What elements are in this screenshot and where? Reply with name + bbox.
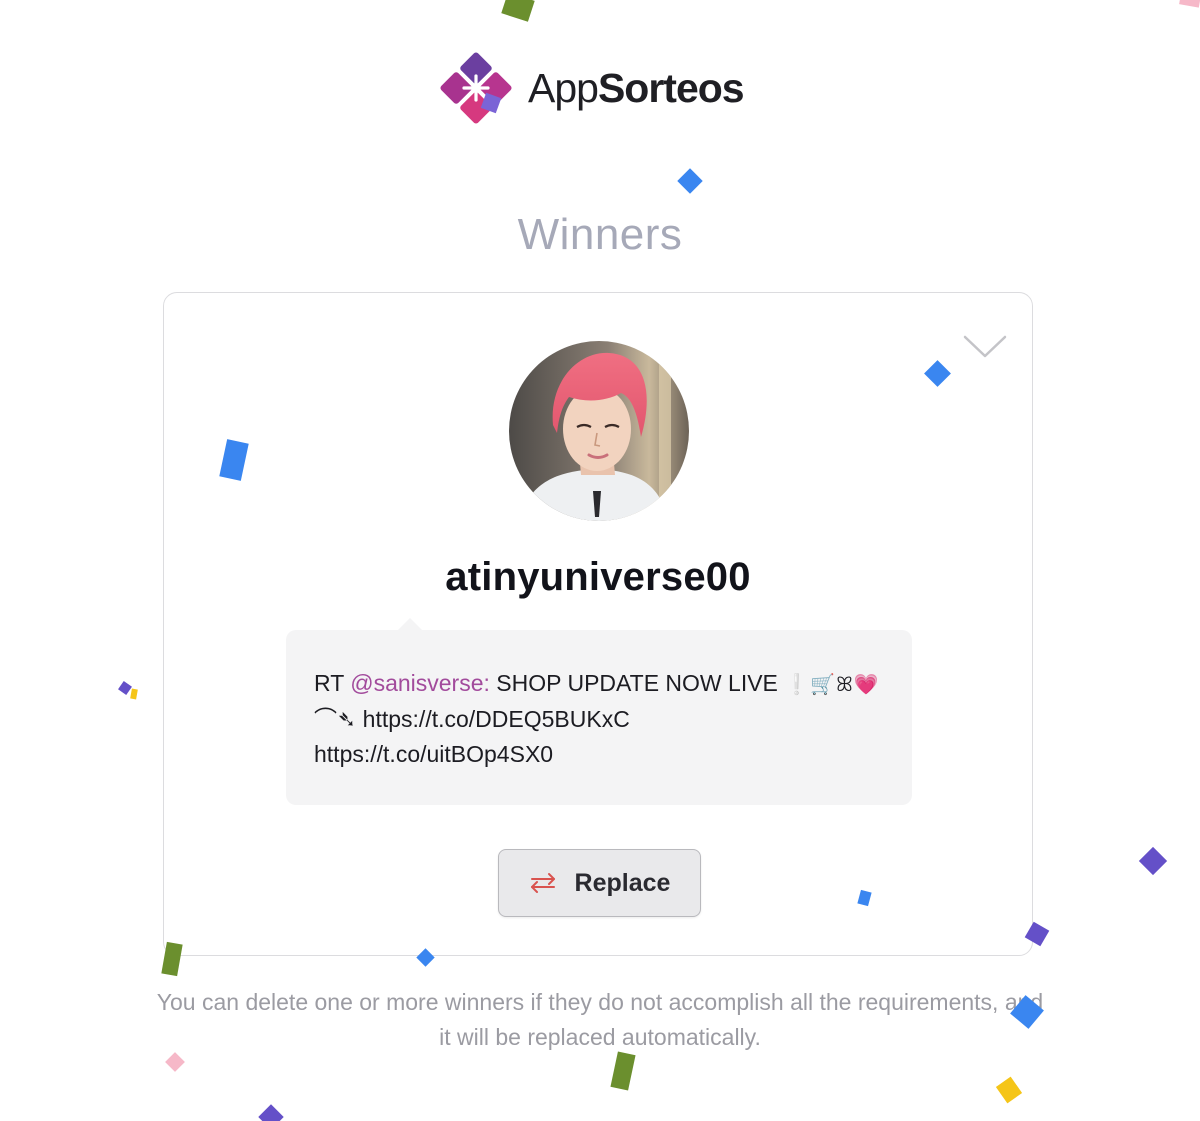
confetti-piece	[501, 0, 535, 22]
profile-photo-icon	[509, 341, 689, 521]
avatar[interactable]	[509, 341, 689, 521]
replace-button-label: Replace	[574, 868, 671, 897]
brand-name-bold: Sorteos	[597, 64, 745, 111]
confetti-piece	[165, 1052, 185, 1072]
appsorteos-logo-icon	[440, 52, 512, 124]
brand-name-light: App	[528, 64, 599, 111]
tweet-line-1: RT @sanisverse: SHOP UPDATE NOW LIVE ❕🛒ꕤ…	[314, 666, 884, 702]
footer-note: You can delete one or more winners if th…	[156, 989, 1044, 1050]
tweet-mention[interactable]: @sanisverse:	[350, 670, 490, 696]
confetti-piece	[258, 1104, 284, 1121]
tweet-emojis: ❕🛒ꕤ💗	[784, 672, 880, 696]
replace-button[interactable]: Replace	[498, 849, 701, 917]
tweet-line2-prefix: ⌒➴	[314, 706, 363, 732]
tweet-bubble: RT @sanisverse: SHOP UPDATE NOW LIVE ❕🛒ꕤ…	[286, 618, 912, 805]
swap-arrows-icon	[530, 873, 555, 893]
confetti-piece	[1138, 846, 1168, 876]
winner-card: atinyuniverse00 RT @sanisverse: SHOP UPD…	[163, 292, 1033, 956]
chevron-down-icon[interactable]	[962, 333, 1008, 361]
confetti-piece	[118, 681, 132, 695]
tweet-link-1[interactable]: https://t.co/DDEQ5BUKxC	[363, 706, 630, 732]
confetti-piece	[1179, 0, 1200, 8]
brand-name: AppSorteos	[528, 64, 745, 112]
confetti-piece	[677, 168, 703, 194]
brand-header[interactable]: AppSorteos	[436, 48, 745, 128]
tweet-link-2[interactable]: https://t.co/uitBOp4SX0	[314, 741, 553, 767]
confetti-piece	[610, 1051, 636, 1091]
tweet-line-2: ⌒➴ https://t.co/DDEQ5BUKxC	[314, 702, 884, 737]
confetti-piece	[130, 688, 138, 700]
tweet-text: SHOP UPDATE NOW LIVE	[489, 670, 785, 696]
tweet-line-3: https://t.co/uitBOp4SX0	[314, 737, 884, 772]
winner-username: atinyuniverse00	[445, 555, 751, 599]
page: AppSorteos Winners atinyuniverse00 RT @s…	[0, 0, 1200, 1121]
confetti-piece	[995, 1076, 1023, 1104]
winners-heading: Winners	[517, 210, 683, 259]
tweet-prefix: RT	[314, 670, 351, 696]
